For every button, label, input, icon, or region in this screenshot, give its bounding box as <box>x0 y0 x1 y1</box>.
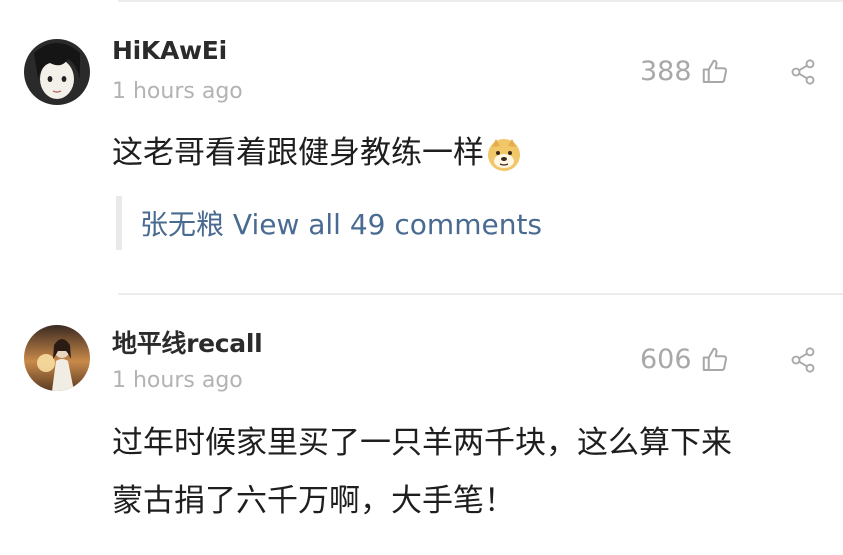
comment-line: 过年时候家里买了一只羊两千块，这么算下来 <box>112 425 732 461</box>
username[interactable]: HiKAwEi <box>112 36 227 65</box>
comment-text: 过年时候家里买了一只羊两千块，这么算下来 蒙古捐了六千万啊，大手笔！ <box>112 414 823 530</box>
like-count: 606 <box>640 344 692 375</box>
share-icon <box>789 58 817 86</box>
avatar[interactable] <box>24 325 90 391</box>
timestamp: 1 hours ago <box>112 79 243 104</box>
view-all-comments-link[interactable]: 张无粮 View all 49 comments <box>140 203 542 243</box>
timestamp: 1 hours ago <box>112 368 243 393</box>
share-button[interactable] <box>789 346 817 374</box>
comment-line: 蒙古捐了六千万啊，大手笔！ <box>112 483 515 519</box>
doge-emoji <box>486 137 522 173</box>
replies-preview[interactable]: 张无粮 View all 49 comments <box>116 196 542 250</box>
like-button[interactable]: 606 <box>640 344 730 375</box>
avatar[interactable] <box>24 39 90 105</box>
share-button[interactable] <box>789 58 817 86</box>
comment-text-body: 这老哥看着跟健身教练一样 <box>112 135 484 171</box>
thumbs-up-icon <box>700 57 730 87</box>
thumbs-up-icon <box>700 345 730 375</box>
like-button[interactable]: 388 <box>640 56 730 87</box>
comment-text: 这老哥看着跟健身教练一样 <box>112 124 823 182</box>
comment-item: 地平线recall 1 hours ago 606 过年时候家里买了一只羊两千块… <box>0 294 843 555</box>
share-icon <box>789 346 817 374</box>
comment-item: HiKAwEi 1 hours ago 388 这老哥看着跟健身教练一样 张无粮… <box>0 0 843 292</box>
like-count: 388 <box>640 56 692 87</box>
username[interactable]: 地平线recall <box>112 324 263 360</box>
